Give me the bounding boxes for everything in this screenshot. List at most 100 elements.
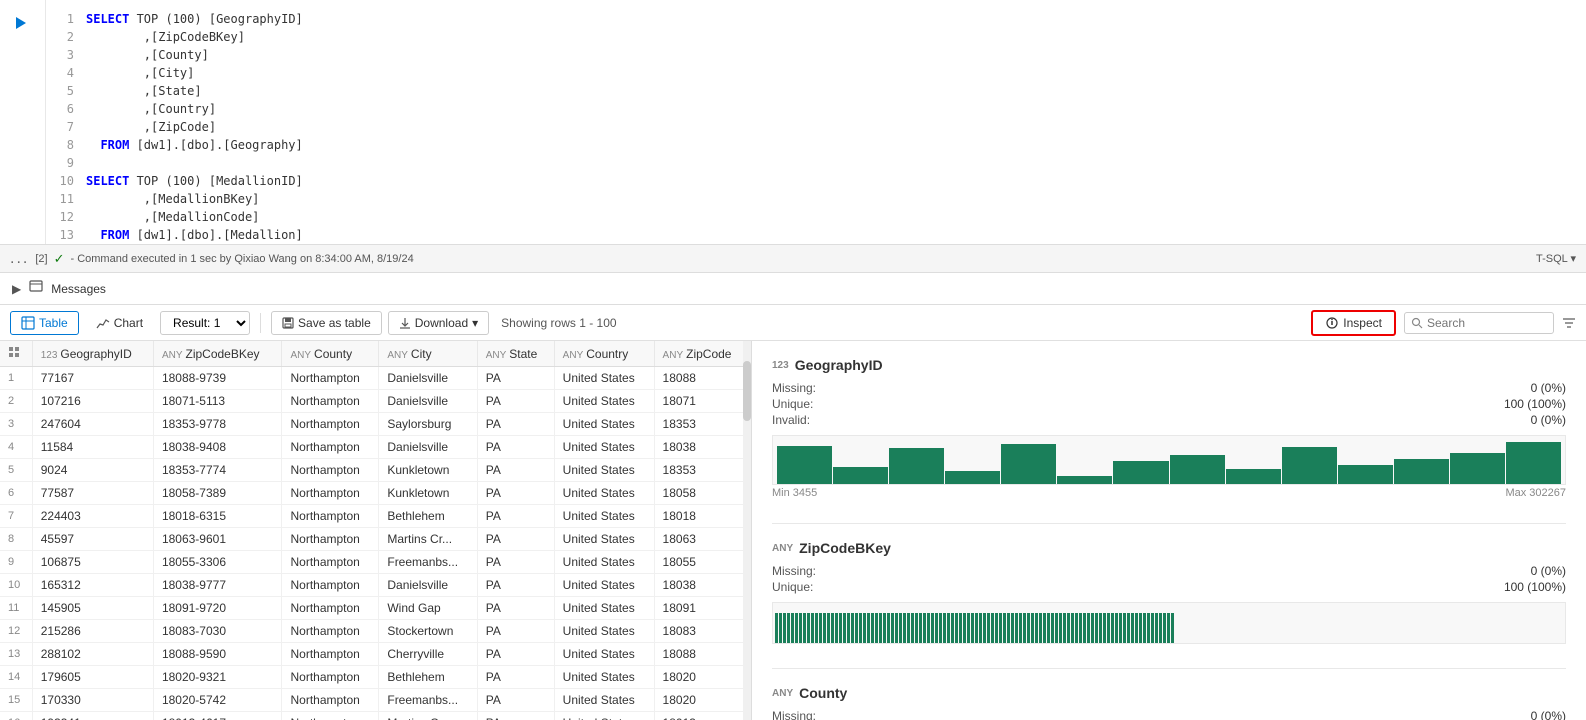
table-area[interactable]: 123GeographyID ANYZipCodeBKey ANYCounty … xyxy=(0,341,752,720)
table-cell: Northampton xyxy=(282,712,379,720)
table-row[interactable]: 1114590518091-9720NorthamptonWind GapPAU… xyxy=(0,597,751,620)
geographyid-col-name: GeographyID xyxy=(795,357,883,373)
table-cell: 18353-9778 xyxy=(153,413,282,436)
code-line-11: 11 ,[MedallionBKey] xyxy=(46,190,1586,208)
histogram-bar xyxy=(999,613,1002,643)
code-line-6: 6 ,[Country] xyxy=(46,100,1586,118)
table-row[interactable]: 17716718088-9739NorthamptonDanielsvilleP… xyxy=(0,367,751,390)
county-header[interactable]: ANYCounty xyxy=(282,341,379,367)
geographyid-header[interactable]: 123GeographyID xyxy=(32,341,153,367)
code-editor[interactable]: 1SELECT TOP (100) [GeographyID]2 ,[ZipCo… xyxy=(46,0,1586,244)
result-selector[interactable]: Result: 1 Result: 2 Result: 3 xyxy=(160,311,250,335)
code-line-8: 8 FROM [dw1].[dbo].[Geography] xyxy=(46,136,1586,154)
table-cell: Northampton xyxy=(282,436,379,459)
row-num-cell: 14 xyxy=(0,666,32,689)
table-row[interactable]: 1517033018020-5742NorthamptonFreemanbs..… xyxy=(0,689,751,712)
histogram-bar xyxy=(1151,613,1154,643)
histogram-bar xyxy=(1127,613,1130,643)
grid-icon xyxy=(8,346,20,358)
table-cell: PA xyxy=(477,436,554,459)
table-cell: 18038-9408 xyxy=(153,436,282,459)
histogram-bar xyxy=(887,613,890,643)
table-cell: Northampton xyxy=(282,574,379,597)
table-row[interactable]: 1221528618083-7030NorthamptonStockertown… xyxy=(0,620,751,643)
inspect-button[interactable]: Inspect xyxy=(1311,310,1396,336)
table-row[interactable]: 1619334118013-4617NorthamptonMartins Cr.… xyxy=(0,712,751,720)
histogram-bar xyxy=(777,446,832,484)
histogram-bar xyxy=(863,613,866,643)
table-row[interactable]: 41158418038-9408NorthamptonDanielsvilleP… xyxy=(0,436,751,459)
table-cell: Freemanbs... xyxy=(379,551,477,574)
table-row[interactable]: 910687518055-3306NorthamptonFreemanbs...… xyxy=(0,551,751,574)
divider-1 xyxy=(772,523,1566,524)
histogram-bar xyxy=(1147,613,1150,643)
save-as-table-button[interactable]: Save as table xyxy=(271,311,382,335)
zipcodebkey-header[interactable]: ANYZipCodeBKey xyxy=(153,341,282,367)
histogram-bar xyxy=(779,613,782,643)
search-input[interactable] xyxy=(1427,316,1547,330)
inspect-panel: 123 GeographyID Missing:0 (0%) Unique:10… xyxy=(752,341,1586,720)
inspect-section-zipcodebkey: ANY ZipCodeBKey Missing:0 (0%) Unique:10… xyxy=(772,540,1566,644)
city-header[interactable]: ANYCity xyxy=(379,341,477,367)
row-num-header xyxy=(0,341,32,367)
histogram-bar xyxy=(1043,613,1046,643)
table-row[interactable]: 1328810218088-9590NorthamptonCherryville… xyxy=(0,643,751,666)
table-cell: 18020-5742 xyxy=(153,689,282,712)
scroll-indicator[interactable] xyxy=(743,341,751,720)
table-row[interactable]: 67758718058-7389NorthamptonKunkletownPAU… xyxy=(0,482,751,505)
table-cell: 11584 xyxy=(32,436,153,459)
table-cell: 77587 xyxy=(32,482,153,505)
table-row[interactable]: 84559718063-9601NorthamptonMartins Cr...… xyxy=(0,528,751,551)
table-cell: United States xyxy=(554,597,654,620)
more-options-button[interactable]: ... xyxy=(10,250,29,268)
row-num-cell: 4 xyxy=(0,436,32,459)
search-box[interactable] xyxy=(1404,312,1554,334)
table-row[interactable]: 1016531218038-9777NorthamptonDanielsvill… xyxy=(0,574,751,597)
table-cell: United States xyxy=(554,666,654,689)
inspect-icon xyxy=(1325,316,1339,330)
table-row[interactable]: 210721618071-5113NorthamptonDanielsville… xyxy=(0,390,751,413)
histogram-bar xyxy=(1131,613,1134,643)
table-cell: 247604 xyxy=(32,413,153,436)
histogram-bar xyxy=(775,613,778,643)
download-icon xyxy=(399,317,411,329)
zipcode-header[interactable]: ANYZipCode xyxy=(654,341,750,367)
histogram-bar xyxy=(1075,613,1078,643)
run-button[interactable] xyxy=(10,12,32,34)
zip-col-name: ZipCodeBKey xyxy=(799,540,891,556)
histogram-bar xyxy=(1035,613,1038,643)
table-row[interactable]: 5902418353-7774NorthamptonKunkletownPAUn… xyxy=(0,459,751,482)
table-cell: 224403 xyxy=(32,505,153,528)
histogram-bar xyxy=(1143,613,1146,643)
state-header[interactable]: ANYState xyxy=(477,341,554,367)
histogram-bar xyxy=(803,613,806,643)
messages-expand-icon[interactable]: ▶ xyxy=(12,282,21,296)
histogram-bar xyxy=(1001,444,1056,484)
table-cell: 18088-9590 xyxy=(153,643,282,666)
histogram-bar xyxy=(1083,613,1086,643)
table-cell: United States xyxy=(554,574,654,597)
download-button[interactable]: Download ▾ xyxy=(388,311,489,335)
filter-icon[interactable] xyxy=(1562,316,1576,330)
histogram-bar xyxy=(871,613,874,643)
histogram-bar xyxy=(1119,613,1122,643)
messages-icon xyxy=(29,280,43,297)
histogram-bar xyxy=(1394,459,1449,484)
table-row[interactable]: 722440318018-6315NorthamptonBethlehemPAU… xyxy=(0,505,751,528)
histogram-bar xyxy=(955,613,958,643)
table-row[interactable]: 324760418353-9778NorthamptonSaylorsburgP… xyxy=(0,413,751,436)
table-cell: PA xyxy=(477,597,554,620)
table-tab-button[interactable]: Table xyxy=(10,311,79,335)
country-header[interactable]: ANYCountry xyxy=(554,341,654,367)
histogram-bar xyxy=(1167,613,1170,643)
search-icon xyxy=(1411,317,1423,329)
separator xyxy=(260,313,261,333)
geographyid-max: Max 302267 xyxy=(1505,487,1566,499)
table-cell: PA xyxy=(477,459,554,482)
save-icon xyxy=(282,317,294,329)
table-row[interactable]: 1417960518020-9321NorthamptonBethlehemPA… xyxy=(0,666,751,689)
table-cell: 18013-4617 xyxy=(153,712,282,720)
status-badge: [2] xyxy=(35,253,47,265)
chart-tab-button[interactable]: Chart xyxy=(85,311,154,335)
code-line-3: 3 ,[County] xyxy=(46,46,1586,64)
